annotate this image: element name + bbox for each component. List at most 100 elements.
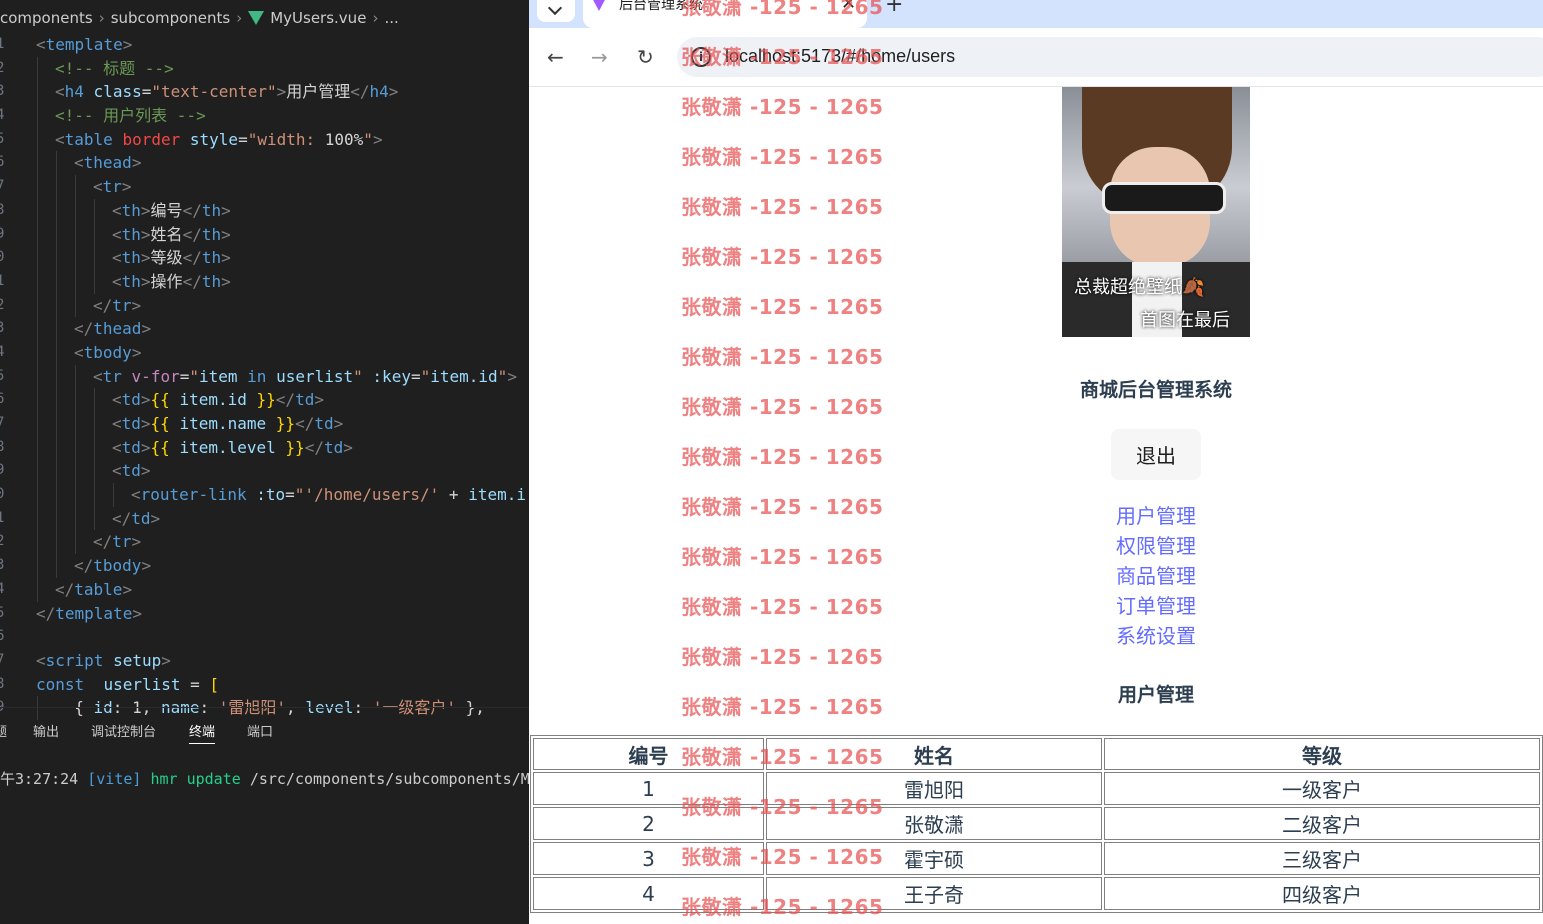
code-token: > bbox=[141, 319, 152, 339]
code-token: userlist bbox=[103, 674, 181, 694]
code-line[interactable]: 8 const userlist = [ bbox=[0, 673, 529, 697]
code-line[interactable]: 3 <h4 class="text-center">用户管理</h4> bbox=[0, 80, 529, 105]
code-line[interactable]: 1 <template> bbox=[0, 33, 529, 57]
code-token: h4 bbox=[64, 82, 84, 102]
reload-icon[interactable]: ↻ bbox=[637, 45, 654, 69]
nav-link-orders[interactable]: 订单管理 bbox=[1056, 591, 1256, 621]
code-token: thead bbox=[83, 153, 132, 173]
code-line[interactable]: 4 </table> bbox=[0, 577, 529, 602]
code-line[interactable]: 7 <td>{{ item.name }}</td> bbox=[0, 412, 529, 436]
logout-button[interactable]: 退出 bbox=[1111, 429, 1201, 480]
code-line[interactable]: 2 </tr> bbox=[0, 293, 529, 318]
tab-search-button[interactable] bbox=[537, 0, 575, 22]
code-token: < bbox=[112, 390, 122, 410]
code-line[interactable]: 6 <td>{{ item.id }}</td> bbox=[0, 388, 529, 412]
code-text: <!-- 用户列表 --> bbox=[55, 104, 206, 128]
forward-icon[interactable]: → bbox=[591, 45, 608, 69]
nav-link-products[interactable]: 商品管理 bbox=[1056, 561, 1256, 591]
indent-guide bbox=[37, 412, 38, 436]
code-text: <thead> bbox=[74, 151, 141, 175]
code-line[interactable]: 3 </tbody> bbox=[0, 554, 529, 578]
code-token: th bbox=[201, 248, 222, 268]
url-text[interactable]: localhost:5173/#/home/users bbox=[725, 46, 955, 67]
code-token: td bbox=[314, 414, 334, 433]
code-text: <td>{{ item.level }}</td> bbox=[112, 436, 353, 460]
nav-link-permissions[interactable]: 权限管理 bbox=[1056, 531, 1256, 561]
indent-guide bbox=[56, 435, 57, 460]
code-line[interactable]: 2 </tr> bbox=[0, 530, 529, 555]
code-token: item.name bbox=[179, 414, 267, 433]
nav-link-settings[interactable]: 系统设置 bbox=[1056, 621, 1256, 651]
indent-guide bbox=[75, 388, 76, 412]
code-line[interactable]: 6 <thead> bbox=[0, 151, 529, 176]
code-token: 100% bbox=[324, 129, 364, 149]
section-title: 用户管理 bbox=[1117, 684, 1194, 706]
line-number: 7 bbox=[0, 178, 5, 195]
code-line[interactable]: 9 <th>姓名</th> bbox=[0, 222, 529, 247]
nav-link-users[interactable]: 用户管理 bbox=[1056, 501, 1256, 531]
code-line[interactable]: 8 <td>{{ item.level }}</td> bbox=[0, 435, 529, 460]
breadcrumb-item[interactable]: MyUsers.vue bbox=[270, 9, 366, 27]
cell-level: 二级客户 bbox=[1104, 807, 1540, 840]
close-icon[interactable]: ✕ bbox=[841, 0, 856, 14]
address-bar[interactable]: i localhost:5173/#/home/users bbox=[677, 37, 1543, 77]
code-line[interactable]: 6 bbox=[0, 625, 529, 649]
code-line[interactable]: 4 <!-- 用户列表 --> bbox=[0, 104, 529, 128]
code-editor[interactable]: components › subcomponents › MyUsers.vue ›...… bbox=[0, 0, 529, 924]
terminal-output[interactable]: 午3:27:24 [vite] hmr update /src/componen… bbox=[0, 768, 529, 789]
breadcrumb-item[interactable]: components bbox=[0, 9, 93, 27]
indent-guide bbox=[94, 269, 95, 294]
code-line[interactable]: 0 <th>等级</th> bbox=[0, 246, 529, 270]
code-line[interactable]: 4 <tbody> bbox=[0, 340, 529, 365]
code-token: > bbox=[140, 390, 151, 410]
code-line[interactable]: 1 </td> bbox=[0, 506, 529, 531]
site-info-icon[interactable]: i bbox=[691, 47, 711, 67]
code-token: router-link bbox=[140, 485, 247, 505]
code-text: const userlist = [ bbox=[36, 673, 219, 697]
code-line[interactable]: 1 <th>操作</th> bbox=[0, 269, 529, 294]
indent-guide bbox=[75, 198, 76, 223]
code-token: </ bbox=[350, 82, 370, 102]
breadcrumb-item[interactable]: ... bbox=[384, 9, 398, 27]
code-text: </tr> bbox=[93, 294, 141, 318]
indent-guide bbox=[37, 530, 38, 555]
indent-guide bbox=[37, 459, 38, 484]
code-token: }} bbox=[256, 390, 276, 410]
browser-tab[interactable]: 后台管理系统 ✕ bbox=[583, 0, 867, 28]
code-text: <td> bbox=[112, 459, 151, 483]
code-text: <th>姓名</th> bbox=[112, 223, 231, 247]
cell-id: 3 bbox=[533, 842, 764, 875]
indent-guide bbox=[56, 459, 57, 484]
tab-output[interactable]: 输出 bbox=[33, 721, 59, 740]
code-line[interactable]: 9 <td> bbox=[0, 459, 529, 484]
indent-guide bbox=[75, 435, 76, 460]
tab-debug-console[interactable]: 调试控制台 bbox=[91, 721, 156, 740]
code-area[interactable]: 1 <template> 2 <!-- 标题 --> 3 <h4 class="text-… bbox=[0, 33, 529, 720]
line-number: 1 bbox=[0, 509, 5, 526]
code-token: </ bbox=[93, 295, 113, 315]
code-line[interactable]: 7 <script setup> bbox=[0, 649, 529, 673]
code-line[interactable]: 0 <router-link :to="'/home/users/' + item… bbox=[0, 483, 529, 507]
breadcrumb-item[interactable]: subcomponents bbox=[111, 9, 231, 27]
code-token: " bbox=[189, 366, 199, 386]
tab-terminal[interactable]: 终端 bbox=[189, 721, 216, 744]
code-line[interactable]: 5 <table border style="width: 100%"> bbox=[0, 127, 529, 152]
tab-problems[interactable]: 题 bbox=[0, 721, 7, 740]
code-token: </ bbox=[182, 248, 202, 268]
indent-guide bbox=[75, 483, 76, 507]
code-line[interactable]: 5 </template> bbox=[0, 602, 529, 626]
back-icon[interactable]: ← bbox=[547, 45, 564, 69]
indent-guide bbox=[37, 151, 38, 176]
code-token: < bbox=[112, 200, 122, 220]
code-token: < bbox=[112, 248, 122, 268]
tab-ports[interactable]: 端口 bbox=[247, 721, 273, 740]
code-token: > bbox=[140, 224, 151, 244]
code-line[interactable]: 7 <tr> bbox=[0, 175, 529, 199]
new-tab-icon[interactable]: + bbox=[885, 0, 903, 17]
code-line[interactable]: 2 <!-- 标题 --> bbox=[0, 56, 529, 81]
code-line[interactable]: 5 <tr v-for="item in userlist" :key="item… bbox=[0, 364, 529, 389]
code-line[interactable]: 3 </thead> bbox=[0, 317, 529, 341]
code-token: class bbox=[93, 82, 142, 102]
code-line[interactable]: 8 <th>编号</th> bbox=[0, 198, 529, 223]
